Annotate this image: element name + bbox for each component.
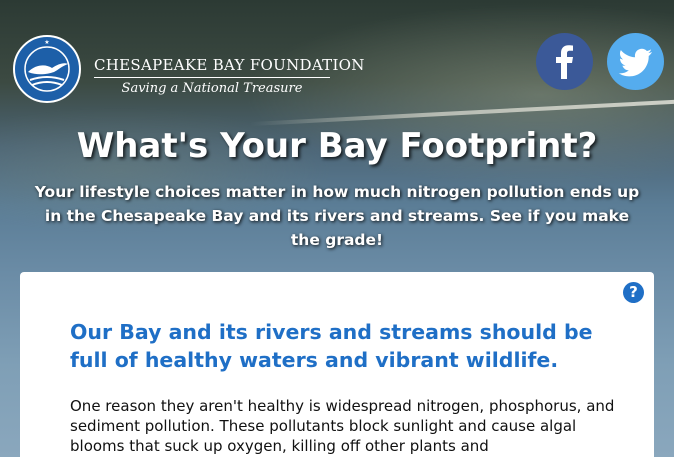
cbf-logo-seal[interactable]: ★ [12,34,82,104]
card-heading: Our Bay and its rivers and streams shoul… [70,320,593,372]
org-tagline: Saving a National Treasure [121,81,303,96]
twitter-share-button[interactable] [607,33,664,90]
facebook-icon [556,45,573,79]
help-icon[interactable]: ? [623,282,644,303]
intro-text: Your lifestyle choices matter in how muc… [34,183,640,249]
facebook-share-button[interactable] [536,33,593,90]
twitter-icon [618,48,652,77]
org-divider [94,77,330,78]
page-title: What's Your Bay Footprint? [76,126,598,166]
org-name: CHESAPEAKE BAY FOUNDATION [94,56,365,74]
org-logo-text[interactable]: CHESAPEAKE BAY FOUNDATION Saving a Natio… [94,56,365,96]
site-header: ★ CHESAPEAKE BAY FOUNDATION Saving a Nat… [0,0,674,120]
content-card: ? Our Bay and its rivers and streams sho… [20,272,654,457]
card-body-text: One reason they aren't healthy is widesp… [70,397,615,455]
svg-text:★: ★ [44,39,49,46]
